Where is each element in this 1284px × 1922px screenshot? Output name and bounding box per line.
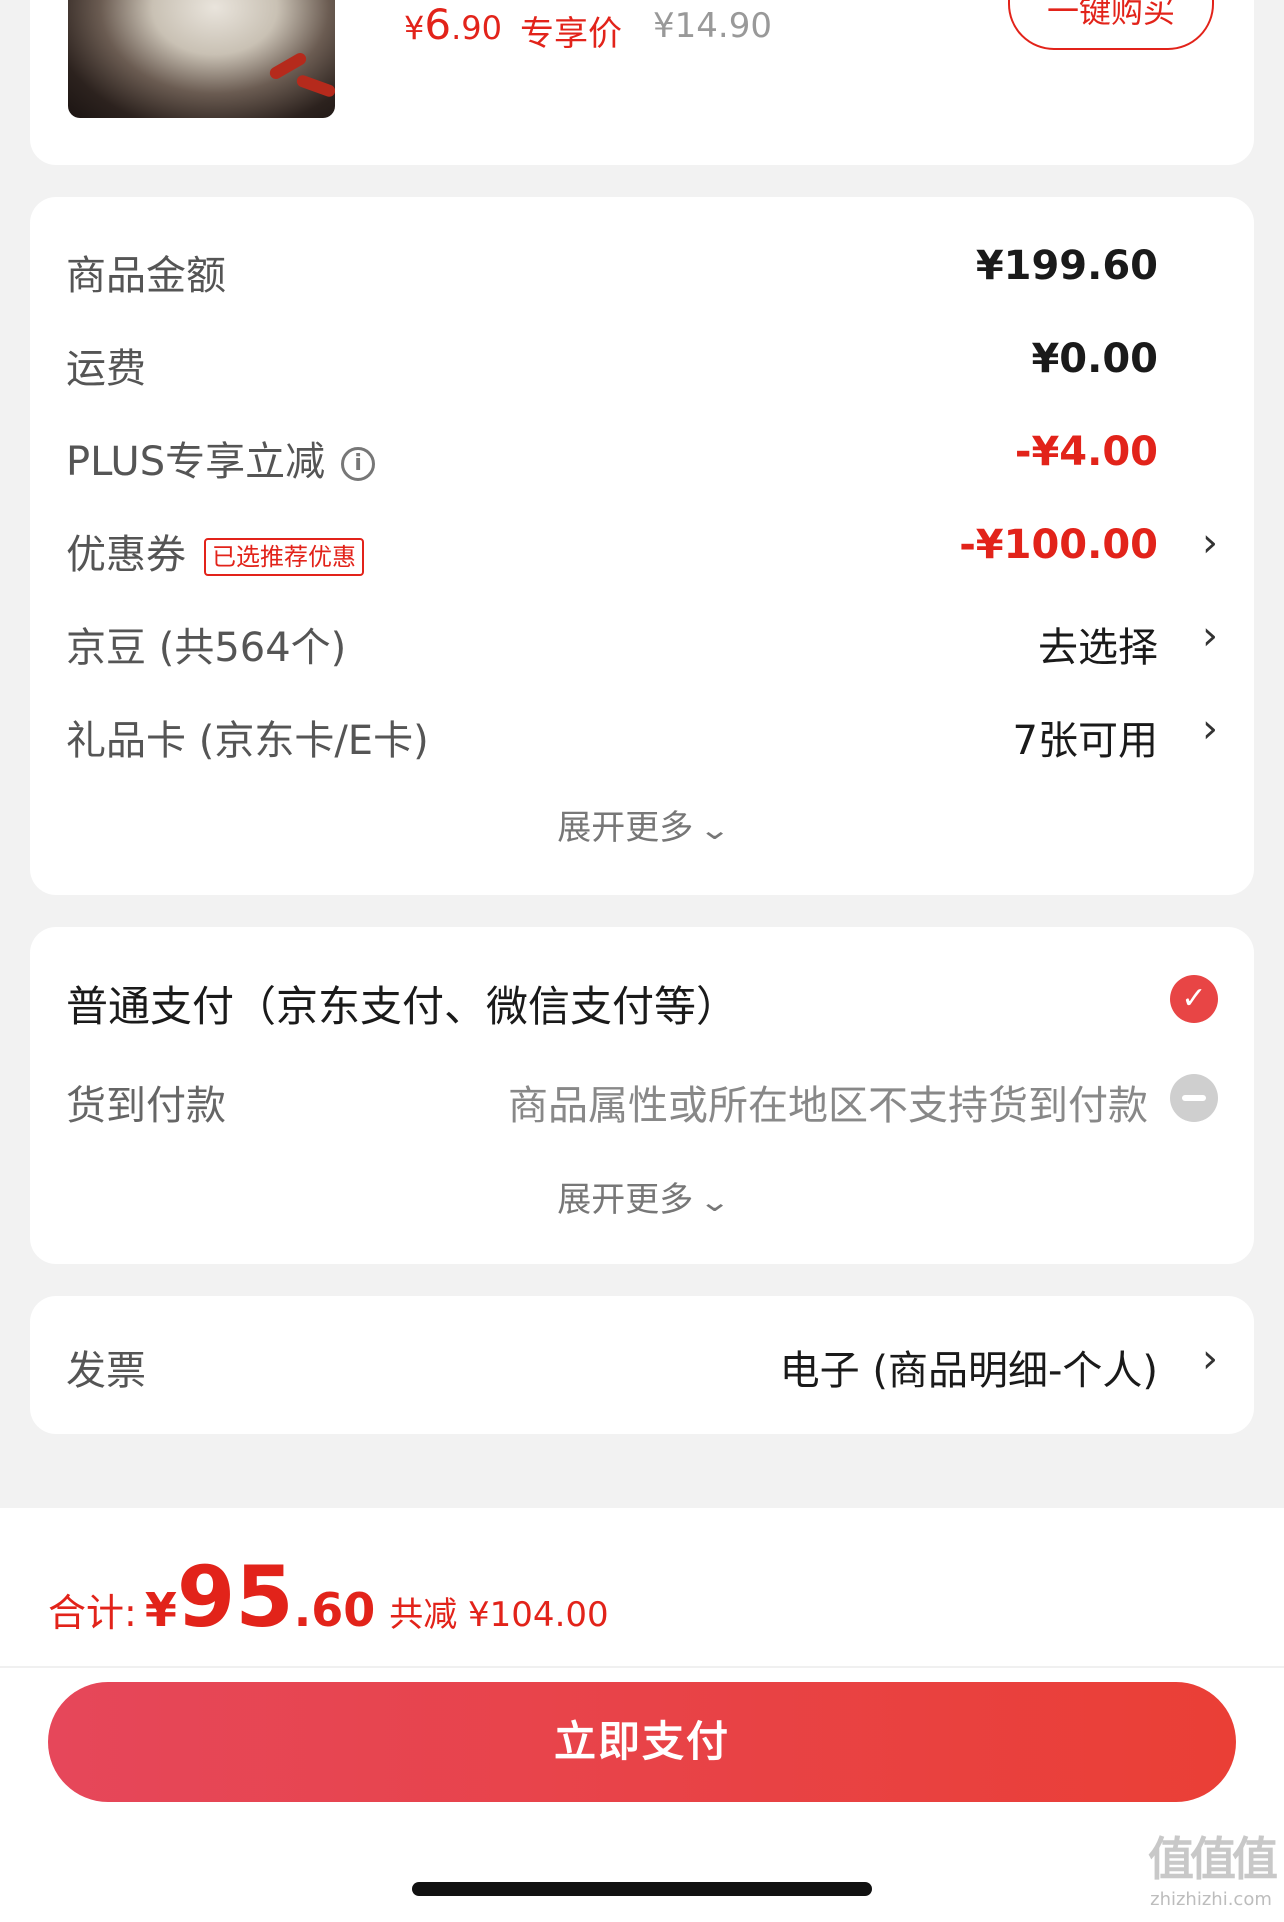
- one-click-buy-button[interactable]: 一键购买: [1008, 0, 1214, 50]
- chevron-right-icon: ›: [1202, 706, 1218, 752]
- coupon-label: 优惠券 已选推荐优惠: [66, 522, 364, 580]
- total-amount: 合计: ¥95.60 共减 ¥104.00: [48, 1548, 609, 1646]
- total-dec: .60: [293, 1583, 376, 1637]
- chevron-right-icon: ›: [1202, 520, 1218, 566]
- expand-more-label: 展开更多: [557, 808, 694, 848]
- product-thumbnail[interactable]: [68, 0, 335, 118]
- normal-payment-option[interactable]: 普通支付（京东支付、微信支付等）: [66, 973, 738, 1034]
- promo-price-dec: .90: [451, 9, 502, 47]
- row-plus-discount: PLUS专享立减 i -¥4.00: [66, 423, 1218, 485]
- plus-discount-text: PLUS专享立减: [66, 439, 326, 485]
- chevron-right-icon: ›: [1202, 1336, 1218, 1382]
- disabled-minus-icon: [1170, 1074, 1218, 1122]
- watermark: 值值值 zhizhizhi.com: [1148, 1823, 1278, 1910]
- watermark-url: zhizhizhi.com: [1150, 1889, 1272, 1910]
- chevron-right-icon: ›: [1202, 613, 1218, 659]
- goods-amount-label: 商品金额: [66, 253, 226, 299]
- row-coupon[interactable]: 优惠券 已选推荐优惠 -¥100.00 ›: [66, 516, 1218, 578]
- cod-label: 货到付款: [66, 1083, 226, 1129]
- gift-card-label: 礼品卡 (京东卡/E卡): [66, 718, 429, 764]
- order-summary-card: 商品金额 ¥199.60 运费 ¥0.00 PLUS专享立减 i -¥4.00 优…: [30, 197, 1254, 895]
- goods-amount-value: ¥199.60: [975, 243, 1158, 289]
- product-card: ¥6.90 专享价 ¥14.90 一键购买: [30, 0, 1254, 165]
- payment-expand-more[interactable]: 展开更多 ⌄: [30, 1172, 1254, 1221]
- total-label: 合计:: [48, 1591, 137, 1635]
- promo-price-int: 6: [424, 0, 452, 49]
- jingdou-value: 去选择: [1038, 625, 1158, 671]
- shipping-value: ¥0.00: [1031, 336, 1158, 382]
- plus-discount-label: PLUS专享立减 i: [66, 429, 376, 487]
- promo-price: ¥6.90: [404, 0, 502, 49]
- summary-expand-more[interactable]: 展开更多 ⌄: [30, 800, 1254, 849]
- row-goods-amount: 商品金额 ¥199.60: [66, 237, 1218, 299]
- chili-decoration: [295, 73, 335, 99]
- row-gift-card[interactable]: 礼品卡 (京东卡/E卡) 7张可用 ›: [66, 702, 1218, 764]
- chevron-down-icon: ⌄: [698, 1185, 732, 1218]
- coupon-text: 优惠券: [66, 532, 186, 578]
- total-saving: 共减 ¥104.00: [389, 1595, 609, 1635]
- invoice-value: 电子 (商品明细-个人): [779, 1348, 1158, 1394]
- invoice-card[interactable]: 发票 电子 (商品明细-个人) ›: [30, 1296, 1254, 1434]
- promo-price-yen: ¥: [404, 9, 425, 47]
- info-icon[interactable]: i: [341, 447, 376, 481]
- coupon-value: -¥100.00: [959, 522, 1158, 568]
- jingdou-label: 京豆 (共564个): [66, 625, 347, 671]
- checkout-bar: 合计: ¥95.60 共减 ¥104.00 立即支付 值值值 zhizhizhi.c…: [0, 1508, 1284, 1922]
- invoice-label: 发票: [66, 1348, 146, 1394]
- payment-method-card: 普通支付（京东支付、微信支付等） ✓ 货到付款 商品属性或所在地区不支持货到付款…: [30, 927, 1254, 1264]
- promo-tag: 专享价: [520, 14, 622, 54]
- home-indicator[interactable]: [412, 1882, 872, 1896]
- original-price: ¥14.90: [653, 6, 772, 46]
- watermark-logo: 值值值: [1148, 1832, 1278, 1886]
- plus-discount-value: -¥4.00: [1014, 429, 1158, 475]
- pay-now-button[interactable]: 立即支付: [48, 1682, 1236, 1802]
- coupon-badge: 已选推荐优惠: [204, 538, 364, 576]
- chevron-down-icon: ⌄: [698, 813, 732, 846]
- cod-note: 商品属性或所在地区不支持货到付款: [508, 1083, 1148, 1129]
- row-jingdou[interactable]: 京豆 (共564个) 去选择 ›: [66, 609, 1218, 671]
- total-yen: ¥: [144, 1583, 177, 1637]
- total-int: 95: [176, 1548, 294, 1646]
- row-shipping: 运费 ¥0.00: [66, 330, 1218, 392]
- shipping-label: 运费: [66, 346, 146, 392]
- check-icon[interactable]: ✓: [1170, 975, 1218, 1023]
- divider: [0, 1666, 1284, 1668]
- gift-card-value: 7张可用: [1012, 718, 1158, 764]
- expand-more-label: 展开更多: [557, 1180, 694, 1220]
